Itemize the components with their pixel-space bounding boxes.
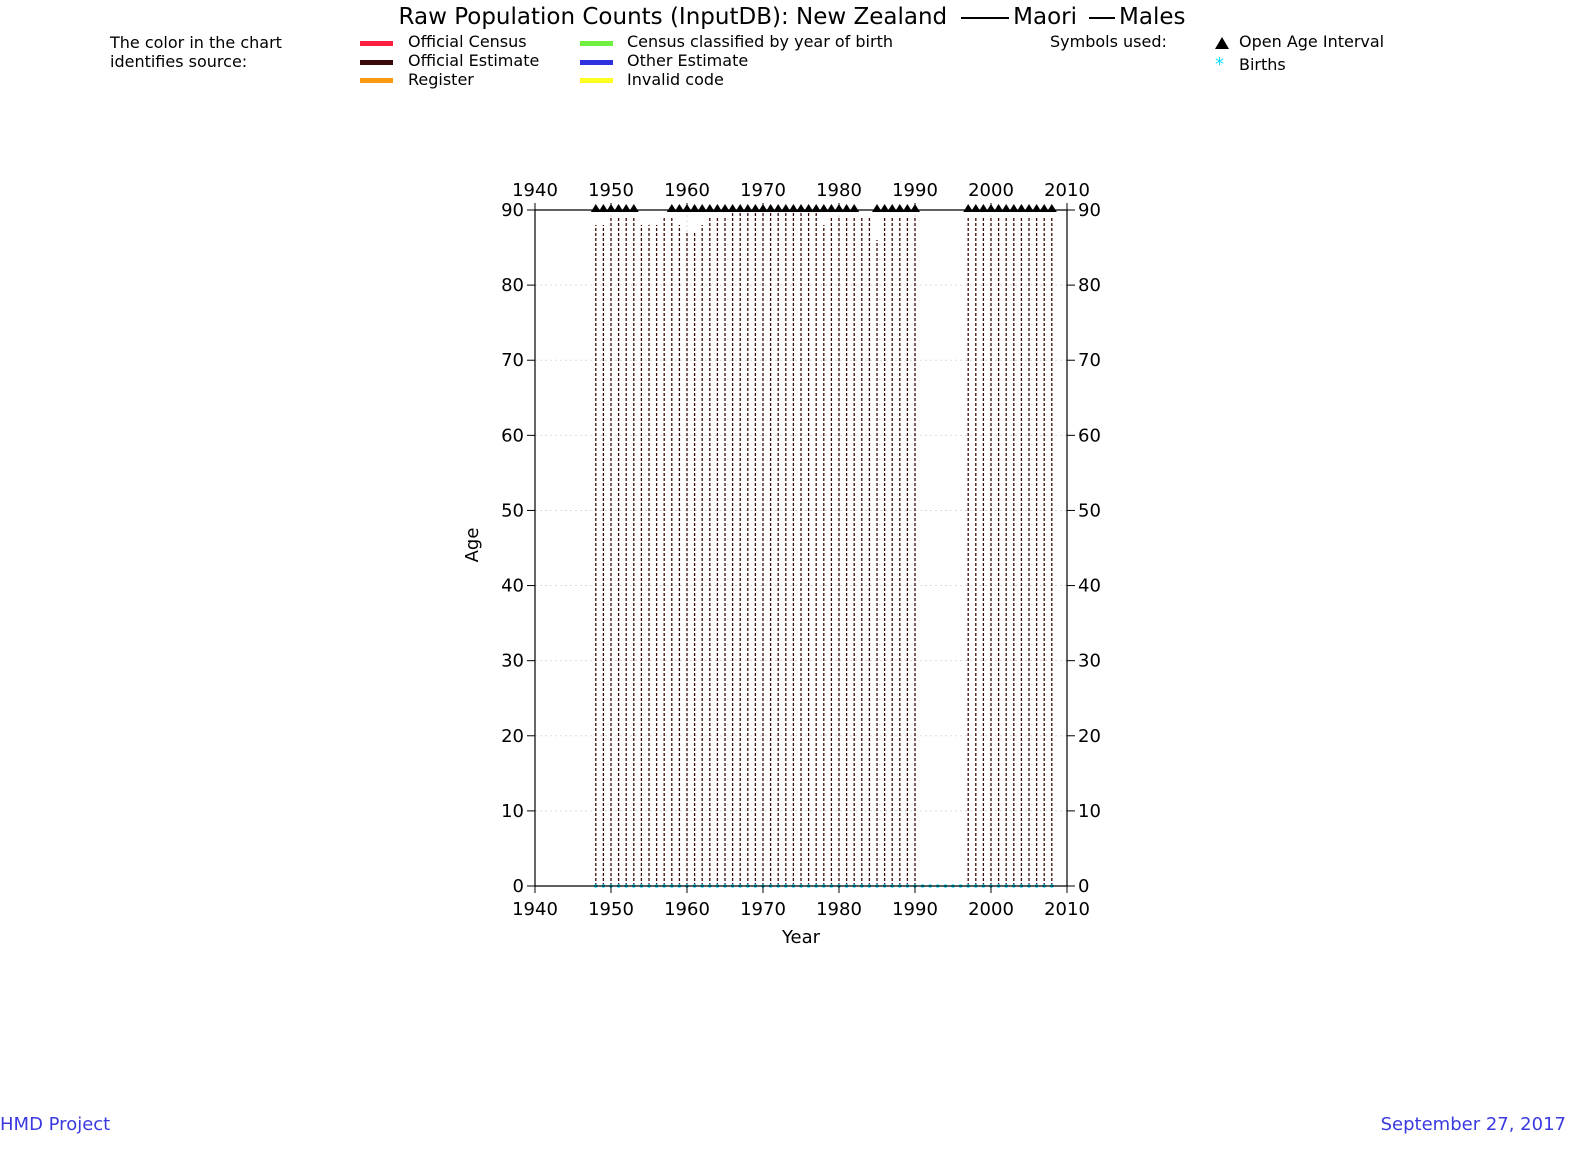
- y-tick-label-right: 20: [1078, 726, 1101, 747]
- x-tick-label-top: 2000: [968, 180, 1014, 201]
- series-open-age-interval: [590, 204, 1057, 212]
- y-tick-label: 50: [501, 500, 524, 521]
- x-tick-label-top: 1940: [512, 180, 558, 201]
- y-axis-title: Age: [462, 528, 483, 563]
- x-tick-label: 1970: [740, 899, 786, 920]
- x-tick-label-top: 1970: [740, 180, 786, 201]
- open-age-marker: [628, 204, 639, 212]
- x-tick-label: 1950: [588, 899, 634, 920]
- x-tick-label-top: 1990: [892, 180, 938, 201]
- open-age-marker: [1046, 204, 1057, 212]
- x-tick-label: 2000: [968, 899, 1014, 920]
- y-tick-label: 30: [501, 651, 524, 672]
- y-tick-label-right: 10: [1078, 801, 1101, 822]
- y-tick-label-right: 0: [1078, 876, 1089, 897]
- y-tick-label: 40: [501, 576, 524, 597]
- footer-date: September 27, 2017: [1380, 1114, 1566, 1135]
- y-tick-label: 80: [501, 275, 524, 296]
- y-tick-label: 10: [501, 801, 524, 822]
- y-tick-label-right: 40: [1078, 576, 1101, 597]
- open-age-marker: [849, 204, 860, 212]
- y-tick-label-right: 70: [1078, 350, 1101, 371]
- y-tick-label-right: 30: [1078, 651, 1101, 672]
- x-tick-label-top: 1950: [588, 180, 634, 201]
- footer-project: HMD Project: [0, 1114, 111, 1135]
- y-tick-label-right: 80: [1078, 275, 1101, 296]
- y-tick-label: 90: [501, 200, 524, 221]
- chart-svg: 0 010 1020 2030 3040 4050 5060 6070 7080 8090 9019…: [462, 180, 1101, 948]
- y-tick-label-right: 90: [1078, 200, 1101, 221]
- x-tick-label: 2010: [1044, 899, 1090, 920]
- x-tick-label-top: 1980: [816, 180, 862, 201]
- y-tick-label-right: 60: [1078, 425, 1101, 446]
- x-tick-label: 1990: [892, 899, 938, 920]
- y-tick-label-right: 50: [1078, 500, 1101, 521]
- x-tick-label-top: 1960: [664, 180, 710, 201]
- x-tick-label: 1940: [512, 899, 558, 920]
- x-tick-label: 1980: [816, 899, 862, 920]
- y-tick-label: 20: [501, 726, 524, 747]
- y-tick-label: 70: [501, 350, 524, 371]
- series-official-estimate: [595, 210, 1053, 886]
- x-tick-label: 1960: [664, 899, 710, 920]
- y-tick-label: 0: [513, 876, 524, 897]
- x-axis-title: Year: [781, 927, 821, 948]
- x-tick-label-top: 2010: [1044, 180, 1090, 201]
- y-tick-label: 60: [501, 425, 524, 446]
